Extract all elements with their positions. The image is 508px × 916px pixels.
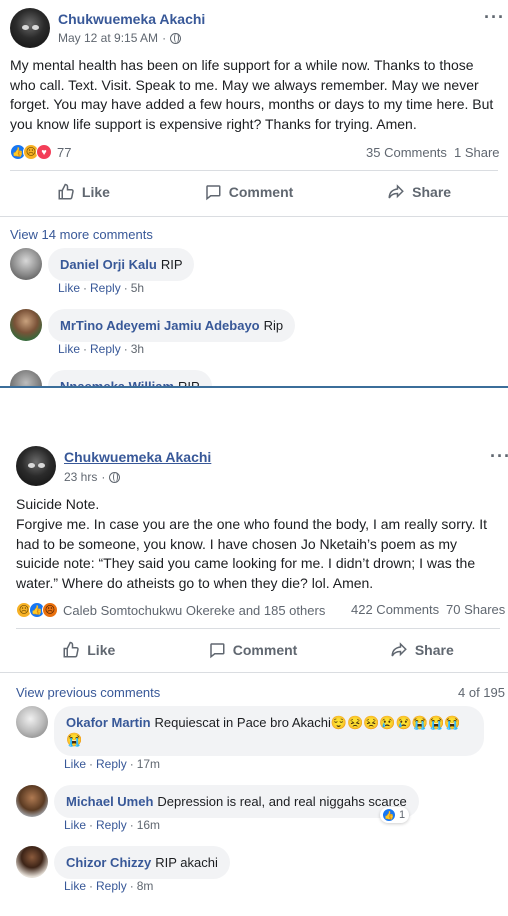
post-1: Chukwuemeka Akachi May 12 at 9:15 AM · ·…: [0, 0, 508, 388]
comment-time[interactable]: 5h: [131, 281, 144, 295]
comment-text: Depression is real, and real niggahs sca…: [157, 794, 407, 809]
thumbs-up-icon: [63, 641, 79, 658]
more-options-icon[interactable]: ···: [490, 447, 508, 465]
comment-text: Rip: [263, 318, 284, 333]
comment-page-count: 4 of 195: [458, 685, 505, 700]
post-author[interactable]: Chukwuemeka Akachi: [58, 11, 205, 27]
post-title-line: Suicide Note.: [16, 496, 100, 512]
share-icon: [388, 184, 404, 199]
post-2: Chukwuemeka Akachi 23 hrs · ··· Suicide …: [0, 432, 508, 916]
comment-bubble: MrTino Adeyemi Jamiu Adebayo Rip: [48, 309, 296, 342]
reaction-count: 77: [57, 144, 72, 160]
comment-text-continued: 😭: [66, 732, 83, 747]
comment-label: Comment: [232, 642, 298, 658]
comment-time[interactable]: 17m: [137, 757, 160, 771]
comment-icon: [206, 185, 221, 201]
comment-bubble: Chizor Chizzy RIP akachi: [54, 846, 230, 879]
commenter-name[interactable]: Michael Umeh: [66, 794, 153, 809]
comment-button[interactable]: Comment: [204, 183, 294, 201]
post-author[interactable]: Chukwuemeka Akachi: [64, 449, 211, 465]
view-previous-comments-link[interactable]: View previous comments: [16, 685, 160, 700]
commenter-name[interactable]: Daniel Orji Kalu: [60, 257, 157, 272]
comment-text: RIP akachi: [155, 855, 218, 870]
commenter-avatar[interactable]: [16, 846, 48, 878]
post-meta: 23 hrs ·: [64, 470, 121, 484]
divider: [0, 216, 508, 217]
more-options-icon[interactable]: ···: [484, 8, 505, 26]
shares-count[interactable]: 70 Shares: [446, 602, 505, 617]
commenter-name[interactable]: MrTino Adeyemi Jamiu Adebayo: [60, 318, 260, 333]
angry-reaction-icon: ☹: [42, 602, 58, 618]
comment-like-link[interactable]: Like: [58, 342, 80, 356]
comment-reply-link[interactable]: Reply: [96, 818, 127, 832]
comments-count[interactable]: 35 Comments: [366, 145, 447, 160]
comment-actions: Like · Reply · 5h: [58, 281, 145, 295]
comment-label: Comment: [228, 184, 294, 200]
comment-like-badge[interactable]: 👍 1: [380, 807, 410, 823]
author-avatar[interactable]: [16, 446, 56, 486]
view-more-comments-link[interactable]: View 14 more comments: [10, 227, 153, 242]
comment-like-link[interactable]: Like: [64, 757, 86, 771]
globe-icon: [109, 471, 121, 483]
comment-button[interactable]: Comment: [208, 641, 298, 659]
thumbs-up-icon: [58, 183, 74, 200]
share-button[interactable]: Share: [387, 183, 451, 201]
comment-bubble: Daniel Orji Kalu RIP: [48, 248, 195, 281]
comment-icon: [210, 643, 225, 659]
post-text: My mental health has been on life suppor…: [10, 57, 494, 132]
comment-actions: Like · Reply · 8m: [64, 879, 154, 893]
comment-bubble: Okafor Martin Requiescat in Pace bro Akac…: [54, 706, 484, 756]
post-actions: Like Comment Share: [10, 172, 498, 212]
comment-time[interactable]: 16m: [137, 818, 160, 832]
shares-count[interactable]: 1 Share: [454, 145, 500, 160]
author-avatar[interactable]: [10, 8, 50, 48]
love-reaction-icon: ♥: [36, 144, 52, 160]
comment-bubble: Michael Umeh Depression is real, and real…: [54, 785, 419, 818]
comment-like-link[interactable]: Like: [58, 281, 80, 295]
comment-like-link[interactable]: Like: [64, 879, 86, 893]
like-label: Like: [81, 184, 110, 200]
comment-reply-link[interactable]: Reply: [96, 879, 127, 893]
commenter-avatar[interactable]: [16, 785, 48, 817]
comment-like-count: 1: [399, 809, 406, 821]
comment-like-link[interactable]: Like: [64, 818, 86, 832]
comment-reply-link[interactable]: Reply: [96, 757, 127, 771]
share-label: Share: [414, 642, 454, 658]
post-timestamp[interactable]: 23 hrs: [64, 470, 97, 484]
post-meta: May 12 at 9:15 AM ·: [58, 31, 182, 45]
reaction-summary[interactable]: 👍 ☹ ♥ 77: [10, 144, 71, 160]
post-actions: Like Comment Share: [16, 630, 500, 670]
share-button[interactable]: Share: [390, 641, 454, 659]
like-reaction-icon: 👍: [382, 808, 396, 822]
like-button[interactable]: Like: [62, 641, 115, 659]
comment-reply-link[interactable]: Reply: [90, 342, 121, 356]
commenter-name[interactable]: Okafor Martin: [66, 715, 151, 730]
comment-text: Requiescat in Pace bro Akachi😌😣😣😢😢😭😭😭: [154, 715, 461, 730]
like-button[interactable]: Like: [57, 183, 110, 201]
share-label: Share: [412, 184, 452, 200]
comment-time[interactable]: 8m: [137, 879, 154, 893]
like-label: Like: [87, 642, 116, 658]
reaction-summary[interactable]: ☹ 👍 ☹ Caleb Somtochukwu Okereke and 185 …: [16, 602, 325, 618]
commenter-avatar[interactable]: [10, 309, 42, 341]
screenshot-separator: [0, 386, 508, 388]
divider: [16, 628, 500, 629]
comment-actions: Like · Reply · 16m: [64, 818, 161, 832]
share-icon: [391, 642, 407, 657]
commenter-avatar[interactable]: [16, 706, 48, 738]
reactors-text: Caleb Somtochukwu Okereke and 185 others: [63, 602, 326, 618]
comments-count[interactable]: 422 Comments: [351, 602, 439, 617]
divider: [0, 672, 508, 673]
commenter-avatar[interactable]: [10, 248, 42, 280]
comment-text: RIP: [160, 257, 183, 272]
comment-actions: Like · Reply · 17m: [64, 757, 161, 771]
post-timestamp[interactable]: May 12 at 9:15 AM: [58, 31, 158, 45]
comment-actions: Like · Reply · 3h: [58, 342, 145, 356]
divider: [10, 170, 498, 171]
globe-icon: [170, 32, 182, 44]
comment-reply-link[interactable]: Reply: [90, 281, 121, 295]
post-text: Forgive me. In case you are the one who …: [16, 516, 488, 591]
commenter-name[interactable]: Chizor Chizzy: [66, 855, 151, 870]
comment-time[interactable]: 3h: [131, 342, 144, 356]
